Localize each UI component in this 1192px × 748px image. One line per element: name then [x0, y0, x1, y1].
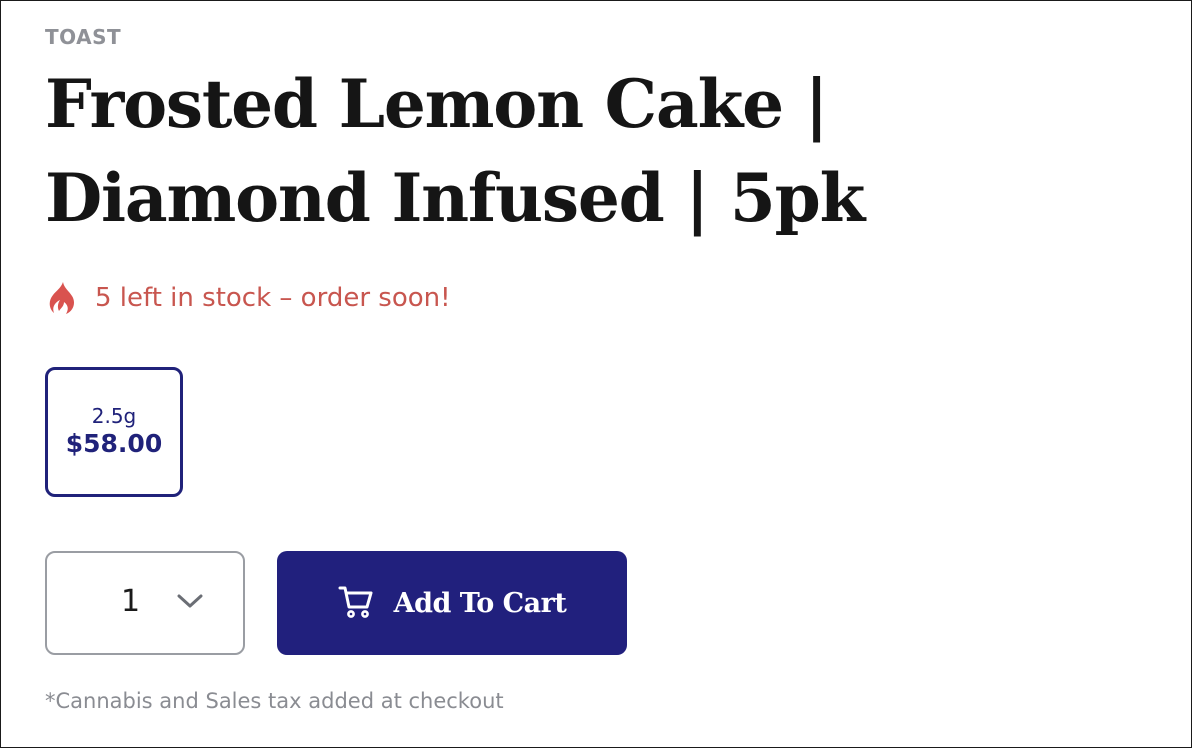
cart-icon	[338, 585, 374, 622]
quantity-value: 1	[121, 584, 141, 619]
quantity-select[interactable]: 1	[45, 551, 245, 655]
stock-notice-text: 5 left in stock – order soon!	[95, 283, 451, 313]
flame-icon	[49, 281, 77, 315]
tax-note: *Cannabis and Sales tax added at checkou…	[45, 689, 504, 713]
add-to-cart-button[interactable]: Add To Cart	[277, 551, 627, 655]
stock-notice: 5 left in stock – order soon!	[49, 281, 451, 315]
brand-name[interactable]: TOAST	[45, 25, 121, 49]
add-to-cart-label: Add To Cart	[393, 587, 567, 619]
product-panel: TOAST Frosted Lemon Cake | Diamond Infus…	[0, 0, 1192, 748]
product-title: Frosted Lemon Cake | Diamond Infused | 5…	[45, 65, 865, 237]
variant-price: $58.00	[65, 429, 163, 458]
variant-option-2-5g[interactable]: 2.5g $58.00	[45, 367, 183, 497]
variant-weight: 2.5g	[91, 404, 137, 428]
